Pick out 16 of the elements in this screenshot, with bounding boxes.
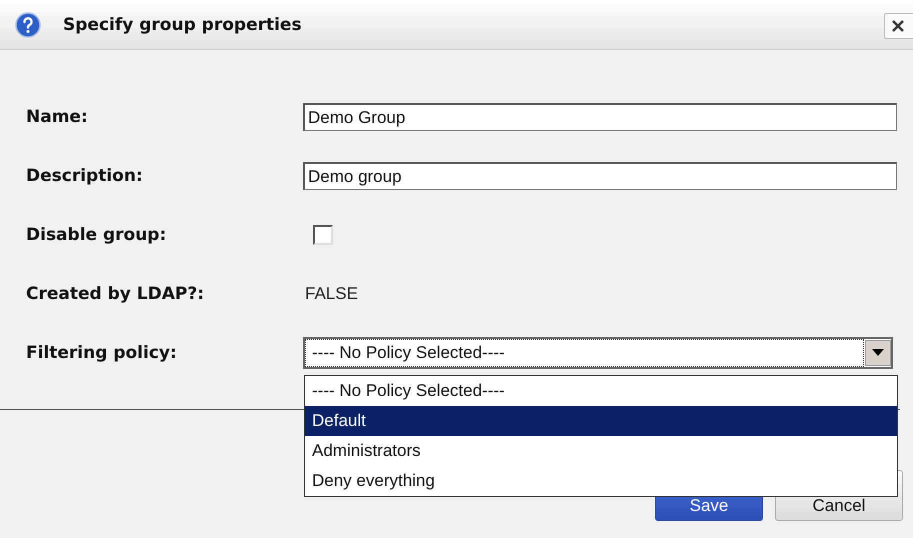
help-icon	[15, 12, 41, 38]
field-label: Disable group:	[26, 225, 168, 245]
dropdown-value: ---- No Policy Selected----	[306, 340, 863, 366]
field-label: Created by LDAP?:	[26, 284, 205, 304]
field-label: Filtering policy:	[26, 343, 178, 363]
checkbox[interactable]	[313, 225, 333, 245]
window-title: Specify group properties	[63, 14, 302, 34]
field-value: FALSE	[305, 284, 358, 304]
close-icon	[891, 19, 905, 33]
text-field[interactable]: Demo Group	[303, 103, 897, 131]
dropdown[interactable]: ---- No Policy Selected----	[303, 337, 893, 369]
text-field[interactable]: Demo group	[303, 162, 897, 190]
dropdown-option[interactable]: Default	[305, 406, 897, 436]
close-button[interactable]	[884, 13, 913, 39]
field-label: Name:	[26, 107, 89, 127]
field-label: Description:	[26, 166, 144, 186]
